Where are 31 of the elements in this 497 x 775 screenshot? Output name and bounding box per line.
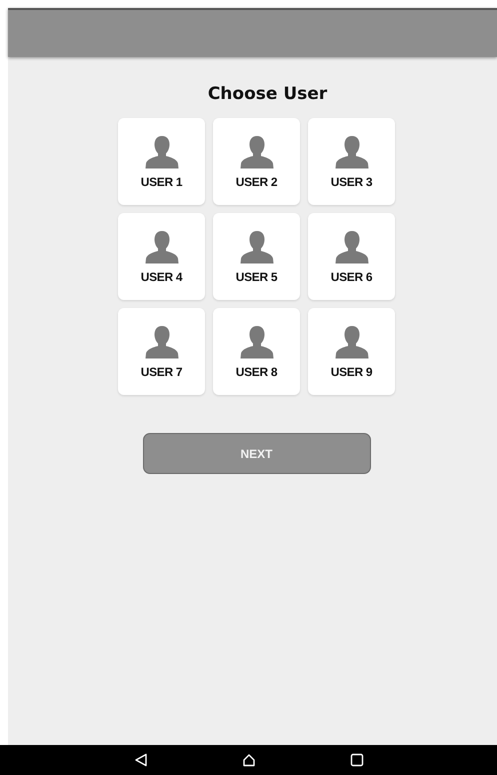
user-label: USER 2 [236,174,278,188]
person-icon [238,230,274,264]
person-icon [144,230,180,264]
user-label: USER 9 [330,364,372,378]
home-icon[interactable] [242,753,256,767]
user-tile[interactable]: USER 1 [118,118,205,205]
person-icon [144,324,180,358]
user-tile[interactable]: USER 8 [213,308,300,395]
user-label: USER 3 [330,174,372,188]
person-icon [334,230,370,264]
user-label: USER 5 [236,270,278,284]
user-tile[interactable]: USER 5 [213,213,300,300]
user-tile[interactable]: USER 7 [118,308,205,395]
user-tile[interactable]: USER 6 [308,213,395,300]
back-icon[interactable] [134,753,148,767]
user-label: USER 1 [140,174,182,188]
user-label: USER 6 [330,270,372,284]
person-icon [144,134,180,168]
recents-icon[interactable] [350,753,364,767]
person-icon [334,324,370,358]
person-icon [238,324,274,358]
user-tile[interactable]: USER 4 [118,213,205,300]
user-label: USER 7 [140,364,182,378]
user-label: USER 8 [236,364,278,378]
person-icon [334,134,370,168]
user-tile[interactable]: USER 2 [213,118,300,205]
user-tile[interactable]: USER 3 [308,118,395,205]
person-icon [238,134,274,168]
user-label: USER 4 [140,270,182,284]
user-tile[interactable]: USER 9 [308,308,395,395]
screen-title: Choose User [208,84,328,104]
